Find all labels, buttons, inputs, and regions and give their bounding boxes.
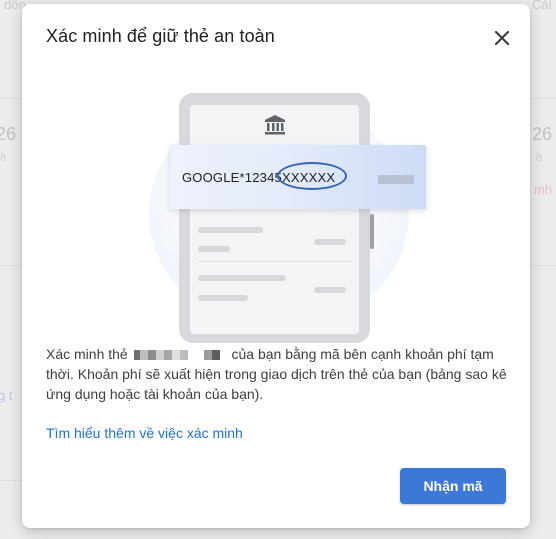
bg-divider: [0, 480, 22, 481]
bg-divider: [0, 265, 22, 266]
bg-tab-right: Cài: [532, 0, 552, 12]
list-divider: [198, 261, 351, 262]
list-item: [198, 227, 263, 233]
dialog-title: Xác minh để giữ thẻ an toàn: [46, 26, 275, 46]
bg-number-left-sub: 8: [0, 152, 7, 164]
get-code-button[interactable]: Nhận mã: [400, 468, 506, 504]
bg-divider: [530, 98, 556, 99]
card-illustration: GOOGLE*12345 XXXXXX: [149, 84, 426, 343]
description-before: Xác minh thẻ: [46, 346, 128, 362]
card-code-wrap: XXXXXX: [276, 162, 347, 190]
bg-number-left: 26: [0, 124, 17, 144]
card-prefix: GOOGLE*12345: [182, 170, 282, 185]
code-highlight-circle: [276, 162, 347, 190]
verify-card-dialog: Xác minh để giữ thẻ an toàn GOOGLE*12345…: [22, 4, 530, 528]
close-icon: [494, 30, 510, 46]
list-item: [314, 239, 346, 245]
bg-number-right-sub: 8: [536, 152, 543, 164]
bank-icon: [264, 115, 285, 135]
masked-card-number: [133, 350, 226, 361]
bg-divider: [0, 98, 22, 99]
list-item: [198, 295, 248, 301]
bg-link-left: g t: [0, 388, 13, 403]
card-charge-text: GOOGLE*12345 XXXXXX: [182, 162, 347, 190]
list-item: [314, 287, 346, 293]
phone-header: [190, 105, 359, 145]
bg-divider: [530, 265, 556, 266]
close-button[interactable]: [488, 24, 516, 52]
bg-number-right: 26: [532, 124, 553, 144]
bg-link-right: mh: [534, 182, 553, 197]
dialog-description: Xác minh thẻ của bạn bằng mã bên cạnh kh…: [46, 344, 516, 404]
phone-side-button: [370, 214, 374, 249]
payment-card: GOOGLE*12345 XXXXXX: [170, 145, 426, 209]
card-amount-bar: [378, 175, 414, 184]
list-item: [198, 246, 230, 252]
list-item: [198, 275, 286, 281]
learn-more-link[interactable]: Tìm hiểu thêm về việc xác minh: [46, 425, 243, 441]
